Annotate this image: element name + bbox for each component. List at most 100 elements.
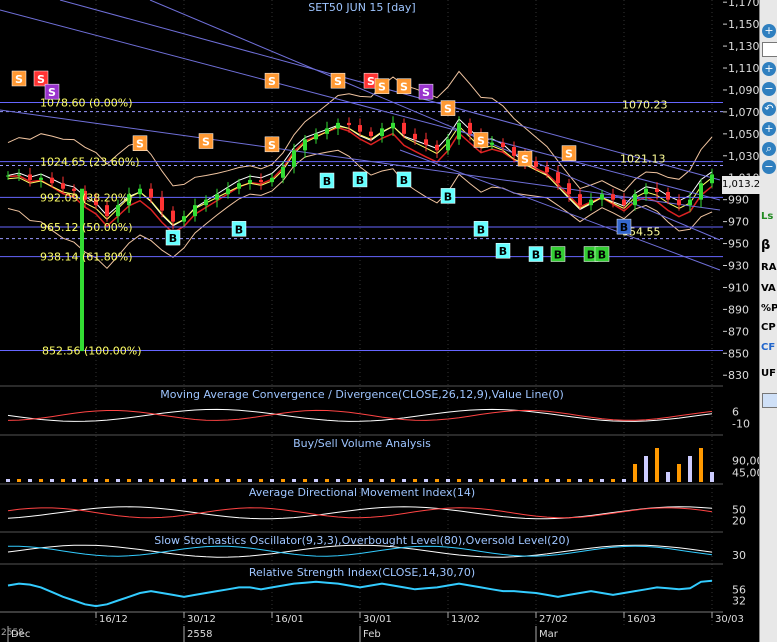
signal-label: S [477,134,485,147]
signal-label: B [598,249,606,262]
axis-label: 970 [728,216,749,229]
axis-label: 1,050 [728,128,759,141]
panel-title: Buy/Sell Volume Analysis [293,437,431,450]
candle-body [325,128,329,134]
candle-body [424,139,428,145]
volume-bar [567,479,571,482]
volume-bar [160,479,164,482]
magnify-icon[interactable]: ⌕ [762,142,776,156]
volume-bar [39,479,43,482]
candle-body [622,199,626,206]
volume-bar [72,479,76,482]
candle-body [39,177,43,180]
volume-bar [633,464,637,482]
volume-bar [270,479,274,482]
volume-bar [138,479,142,482]
candle-body [644,188,648,195]
date-label: 16/01 [275,614,304,625]
panel-axis-label: 32 [732,595,746,608]
candle-body [204,199,208,206]
panel-axis-label: 45,00 [732,466,759,479]
spike-candle [80,188,84,352]
fib-label: 965.12 (50.00%) [40,221,133,234]
panel-axis-label: 30 [732,549,746,562]
volume-bar [391,479,395,482]
volume-bar [457,479,461,482]
candle-body [215,194,219,200]
volume-bar [534,479,538,482]
volume-bar [501,479,505,482]
candle-body [50,177,54,184]
volume-bar [699,448,703,482]
candle-body [688,199,692,206]
signal-label: S [422,86,430,99]
fib-label: 1024.65 (23.60%) [40,156,140,169]
candle-body [281,166,285,178]
candle-body [358,125,362,132]
remove-icon[interactable]: − [762,82,776,96]
candle-body [468,122,472,134]
signal-label: S [15,73,23,86]
volume-bar [94,479,98,482]
volume-bar [325,479,329,482]
toolbar-label-cp[interactable]: CP [761,322,776,333]
volume-bar [204,479,208,482]
toolbar-label-beta[interactable]: β [761,238,770,253]
signal-label: B [400,174,408,187]
volume-bar [171,479,175,482]
candle-body [314,133,318,140]
volume-bar [28,479,32,482]
axis-label: 830 [728,369,749,382]
candle-body [226,188,230,195]
panel-toggle-icon[interactable] [762,393,777,408]
toolbar-label-pp[interactable]: %P [761,303,777,314]
axis-label: 850 [728,347,749,360]
date-label: 27/02 [539,614,568,625]
volume-bar [369,479,373,482]
candle-body [182,216,186,222]
candle-body [160,197,164,211]
volume-bar [677,464,681,482]
magnify-minus-icon[interactable]: − [762,160,776,174]
candle-body [17,174,21,176]
volume-bar [556,479,560,482]
toolbar-label-ls[interactable]: Ls [761,211,773,222]
stock-chart[interactable]: 1078.60 (0.00%)1024.65 (23.60%)992.09 (3… [0,0,759,642]
volume-bar [314,479,318,482]
candle-body [259,179,263,183]
volume-bar [83,479,87,482]
signal-label: B [477,223,485,236]
volume-bar [644,456,648,482]
toolbar-label-uf[interactable]: UF [761,368,776,379]
volume-bar [237,479,241,482]
volume-bar [655,448,659,482]
panel-title: Moving Average Convergence / Divergence(… [160,388,564,401]
magnify-plus-icon[interactable]: + [762,122,776,136]
volume-bar [380,479,384,482]
toolbar-label-va[interactable]: VA [761,283,776,294]
zoom-in-icon[interactable]: + [762,24,776,38]
volume-bar [61,479,65,482]
candle-body [402,122,406,134]
candle-body [248,179,252,184]
add-icon[interactable]: + [762,62,776,76]
volume-bar [512,479,516,482]
volume-bar [259,479,263,482]
toolbar-label-cf[interactable]: CF [761,342,775,353]
candle-body [611,194,615,200]
signal-label: B [323,175,331,188]
checkbox-icon[interactable] [762,42,777,57]
candle-body [336,122,340,129]
month-label: Mar [539,629,559,640]
panel-title: Relative Strength Index(CLOSE,14,30,70) [249,566,475,579]
signal-label: B [235,223,243,236]
volume-bar [116,479,120,482]
month-label: Feb [363,629,381,640]
undo-icon[interactable]: ↶ [762,102,776,116]
axis-label: 890 [728,303,749,316]
candle-body [116,205,120,217]
toolbar-label-ra[interactable]: RA [761,262,776,273]
candle-body [6,175,10,177]
signal-label: S [378,81,386,94]
signal-label: B [554,249,562,262]
